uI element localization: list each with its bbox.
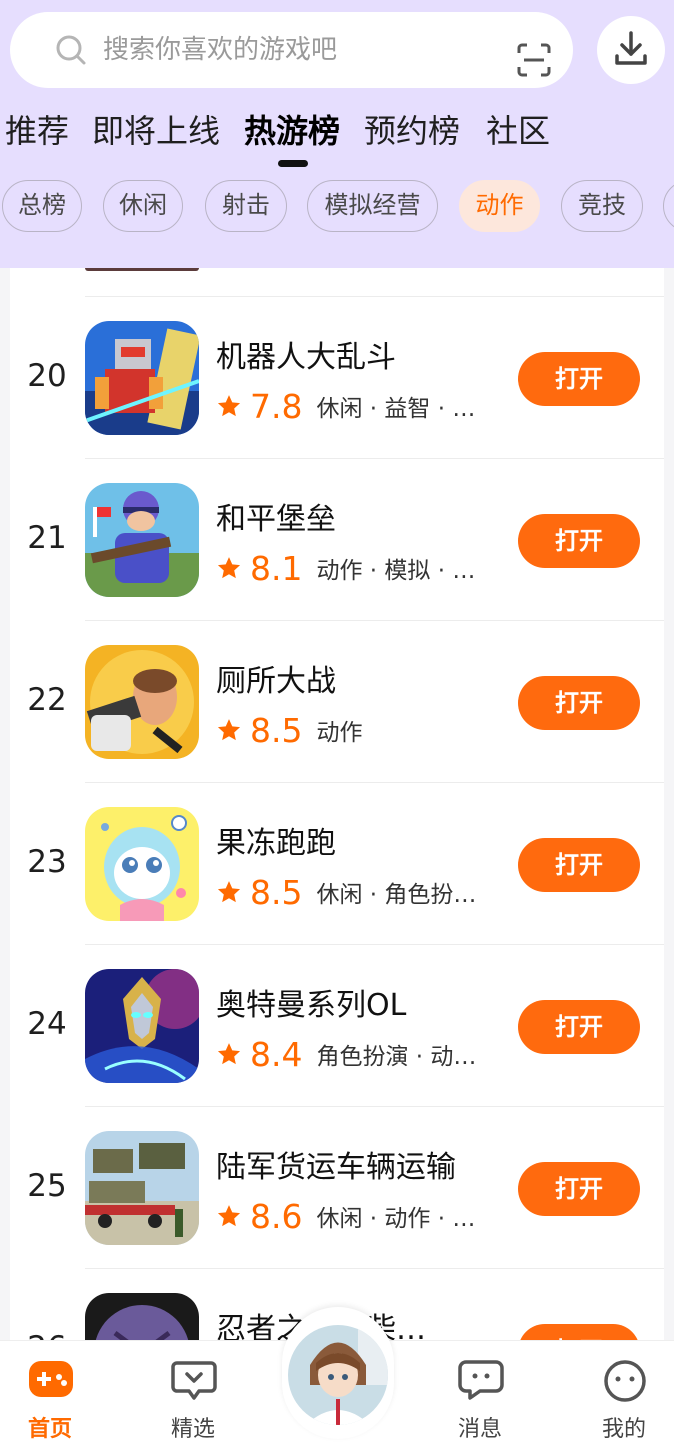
category-chips: 总榜 休闲 射击 模拟经营 动作 竞技 — [0, 180, 674, 232]
nav-label: 精选 — [170, 1417, 215, 1442]
open-button[interactable]: 打开 — [518, 1000, 640, 1054]
rank-number: 23 — [27, 844, 67, 880]
game-tags: 动作 — [316, 720, 363, 746]
search-icon — [56, 35, 86, 65]
chip-simulation[interactable]: 模拟经营 — [307, 180, 438, 232]
gamepad-icon — [29, 1361, 73, 1397]
row-divider — [85, 944, 664, 945]
rating-score: 8.5 — [250, 872, 303, 912]
smile-face-icon — [604, 1360, 646, 1402]
star-icon — [217, 719, 241, 741]
game-row[interactable]: 25 陆军货运车辆运输 8.6 休闲 · 动作 · … 打开 — [10, 1106, 664, 1268]
avatar[interactable] — [282, 1307, 394, 1439]
game-name: 厕所大战 — [216, 664, 336, 699]
tab-reservation[interactable]: 预约榜 — [364, 106, 460, 156]
star-icon — [217, 395, 241, 417]
scan-icon[interactable] — [516, 42, 552, 78]
army-truck-game-icon[interactable] — [85, 1131, 199, 1245]
game-tags: 休闲 · 动作 · … — [316, 1206, 476, 1232]
chip-casual[interactable]: 休闲 — [103, 180, 183, 232]
tab-recommend[interactable]: 推荐 — [5, 106, 69, 156]
robot-game-icon[interactable] — [85, 321, 199, 435]
tab-community[interactable]: 社区 — [486, 106, 550, 156]
tab-hot-games[interactable]: 热游榜 — [244, 106, 340, 156]
game-row[interactable]: 20 机器人大乱斗 7.8 休闲 · 益智 · … 打开 — [10, 296, 664, 458]
game-name: 果冻跑跑 — [216, 826, 336, 861]
row-divider — [85, 782, 664, 783]
rank-number: 24 — [27, 1006, 67, 1042]
rating-row: 8.4 角色扮演 · 动… — [216, 1032, 506, 1076]
game-name: 和平堡垒 — [216, 502, 336, 537]
rank-number: 21 — [27, 520, 67, 556]
game-name: 奥特曼系列OL — [216, 988, 407, 1023]
game-tags: 休闲 · 角色扮… — [316, 882, 477, 908]
rating-row: 8.5 动作 — [216, 708, 506, 752]
chip-more[interactable] — [663, 180, 674, 232]
game-name: 陆军货运车辆运输 — [216, 1150, 456, 1185]
row-divider — [85, 1268, 664, 1269]
star-icon — [217, 557, 241, 579]
row-divider — [85, 620, 664, 621]
nav-profile[interactable]: 我的 — [574, 1341, 674, 1455]
download-icon — [615, 31, 647, 65]
star-icon — [217, 1205, 241, 1227]
game-row[interactable]: 21 和平堡垒 8.1 动作 · 模拟 · … 打开 — [10, 458, 664, 620]
rating-row: 7.8 休闲 · 益智 · … — [216, 384, 506, 428]
game-row[interactable]: 23 果冻跑跑 8.5 休闲 · 角色扮… 打开 — [10, 782, 664, 944]
rating-score: 8.6 — [250, 1196, 303, 1236]
game-row[interactable]: 22 厕所大战 8.5 动作 打开 — [10, 620, 664, 782]
nav-home[interactable]: 首页 — [0, 1341, 100, 1455]
chip-all[interactable]: 总榜 — [2, 180, 82, 232]
jelly-game-icon[interactable] — [85, 807, 199, 921]
game-tags: 角色扮演 · 动… — [316, 1044, 477, 1070]
rank-number: 22 — [27, 682, 67, 718]
chip-shooter[interactable]: 射击 — [205, 180, 287, 232]
toilet-game-icon[interactable] — [85, 645, 199, 759]
row-divider — [85, 1106, 664, 1107]
game-name: 机器人大乱斗 — [216, 340, 396, 375]
game-tags: 休闲 · 益智 · … — [316, 396, 476, 422]
game-tags: 动作 · 模拟 · … — [316, 558, 476, 584]
nav-label: 消息 — [457, 1417, 502, 1442]
download-button[interactable] — [597, 16, 665, 84]
heart-chat-icon — [171, 1361, 217, 1400]
previous-app-icon-edge — [85, 268, 199, 271]
nav-featured[interactable]: 精选 — [143, 1341, 243, 1455]
nav-label: 我的 — [601, 1417, 646, 1442]
chip-competitive[interactable]: 竞技 — [561, 180, 643, 232]
ultraman-game-icon[interactable] — [85, 969, 199, 1083]
tab-upcoming[interactable]: 即将上线 — [92, 106, 220, 156]
rating-score: 8.1 — [250, 548, 303, 588]
open-button[interactable]: 打开 — [518, 514, 640, 568]
search-input[interactable]: 搜索你喜欢的游戏吧 — [10, 12, 573, 88]
rating-row: 8.1 动作 · 模拟 · … — [216, 546, 506, 590]
soldier-game-icon[interactable] — [85, 483, 199, 597]
star-icon — [217, 1043, 241, 1065]
rating-row: 8.5 休闲 · 角色扮… — [216, 870, 506, 914]
rating-score: 8.5 — [250, 710, 303, 750]
game-row[interactable]: 24 奥特曼系列OL 8.4 角色扮演 · 动… 打开 — [10, 944, 664, 1106]
tab-indicator — [278, 160, 308, 167]
row-divider — [85, 296, 664, 297]
rank-number: 25 — [27, 1168, 67, 1204]
rating-row: 8.6 休闲 · 动作 · … — [216, 1194, 506, 1238]
open-button[interactable]: 打开 — [518, 352, 640, 406]
open-button[interactable]: 打开 — [518, 1162, 640, 1216]
star-icon — [217, 881, 241, 903]
nav-label: 首页 — [27, 1417, 72, 1442]
rating-score: 8.4 — [250, 1034, 303, 1074]
chip-action[interactable]: 动作 — [459, 180, 540, 232]
message-icon — [458, 1360, 504, 1400]
open-button[interactable]: 打开 — [518, 676, 640, 730]
row-divider — [85, 458, 664, 459]
app-page: 搜索你喜欢的游戏吧 推荐 即将上线 热游榜 预约榜 社区 总榜 休闲 射击 模拟… — [0, 0, 674, 1455]
open-button[interactable]: 打开 — [518, 838, 640, 892]
nav-messages[interactable]: 消息 — [430, 1341, 530, 1455]
rank-number: 20 — [27, 358, 67, 394]
rating-score: 7.8 — [250, 386, 303, 426]
top-header: 搜索你喜欢的游戏吧 推荐 即将上线 热游榜 预约榜 社区 总榜 休闲 射击 模拟… — [0, 0, 674, 268]
top-tabs: 推荐 即将上线 热游榜 预约榜 社区 — [0, 106, 674, 166]
search-placeholder: 搜索你喜欢的游戏吧 — [103, 35, 338, 65]
